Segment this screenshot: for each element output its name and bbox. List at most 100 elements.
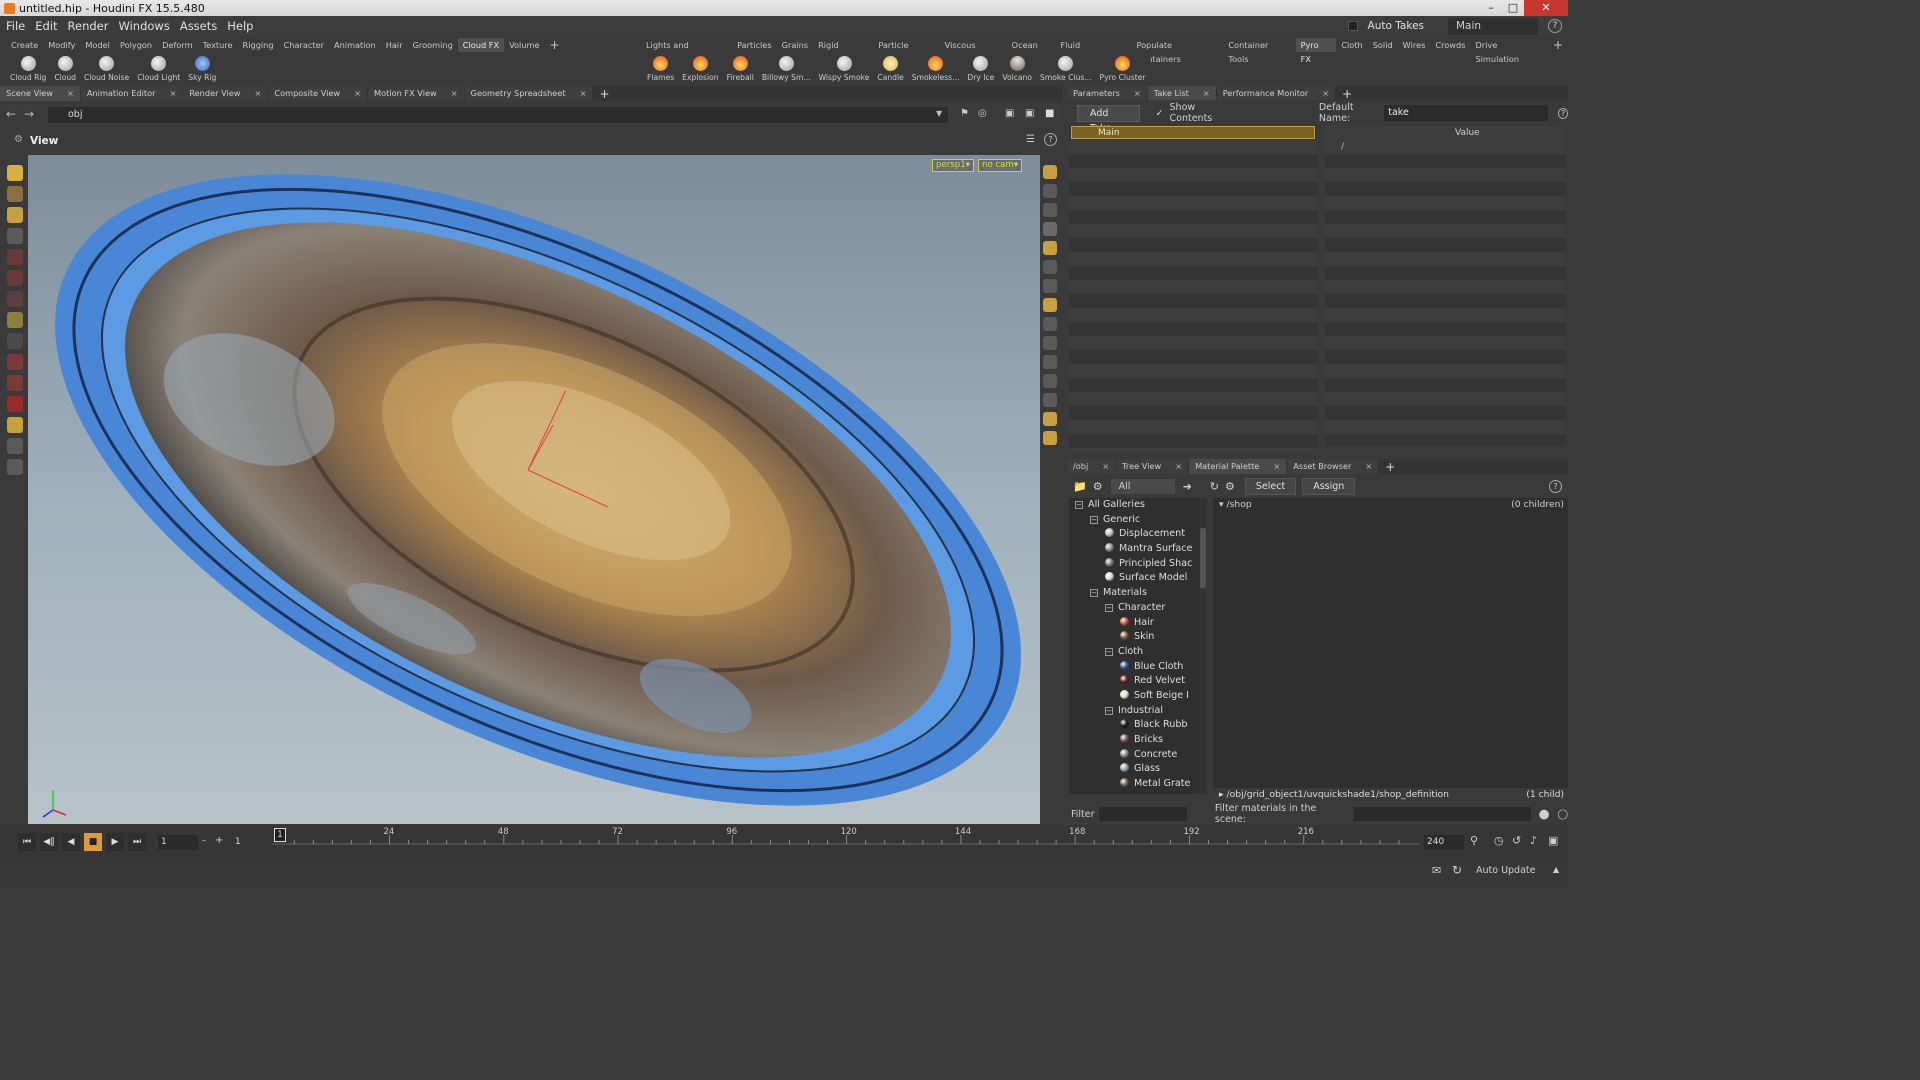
- shelf-tool[interactable]: Volcano: [1002, 54, 1032, 85]
- vis-tool-icon[interactable]: [7, 438, 23, 454]
- shelf-tab[interactable]: Character: [279, 38, 329, 52]
- gallery-tree-item[interactable]: − Generic: [1069, 513, 1199, 528]
- shelf-tool[interactable]: Wispy Smoke: [819, 54, 869, 85]
- select-tool-icon[interactable]: [7, 165, 23, 181]
- jump-end-button[interactable]: ⏭: [128, 833, 146, 851]
- flipbook-icon[interactable]: [1043, 431, 1057, 445]
- shadow-icon[interactable]: [1043, 279, 1057, 293]
- refresh-icon[interactable]: ↻: [1452, 863, 1462, 877]
- shading-icon[interactable]: [1043, 222, 1057, 236]
- assign-button[interactable]: Assign: [1302, 477, 1356, 495]
- collapse-icon[interactable]: −: [1090, 515, 1098, 524]
- tab-material-palette[interactable]: Material Palette ×: [1189, 459, 1287, 474]
- render-region-icon[interactable]: [7, 459, 23, 475]
- arrow-right-icon[interactable]: ➜: [1183, 480, 1192, 493]
- pose-tool-icon[interactable]: [7, 312, 23, 328]
- menu-render[interactable]: Render: [68, 19, 109, 33]
- loop-icon[interactable]: ↺: [1512, 834, 1521, 847]
- gallery-filter-select[interactable]: All: [1110, 478, 1175, 494]
- grid-icon[interactable]: [1043, 374, 1057, 388]
- close-tab-icon[interactable]: ×: [1365, 459, 1372, 474]
- default-name-field[interactable]: take: [1384, 105, 1549, 121]
- show-contents-check-icon[interactable]: ✓: [1156, 108, 1164, 119]
- gallery-tree-item[interactable]: − All Galleries: [1069, 498, 1199, 513]
- shelf-tab[interactable]: Volume: [504, 38, 544, 52]
- shelf-tab[interactable]: Wires: [1398, 38, 1431, 52]
- gallery-tree-item[interactable]: − Industrial: [1069, 704, 1199, 719]
- shelf-tab[interactable]: Texture: [198, 38, 238, 52]
- rotate-tool-icon[interactable]: [7, 270, 23, 286]
- frame-minus-icon[interactable]: –: [202, 836, 207, 846]
- layout-icon[interactable]: ▣: [1005, 108, 1014, 119]
- menu-file[interactable]: File: [6, 19, 25, 33]
- gallery-tree-item[interactable]: − Cloth: [1069, 645, 1199, 660]
- shelf-tool[interactable]: Sky Rig: [188, 54, 216, 85]
- point-display-icon[interactable]: [1043, 317, 1057, 331]
- gallery-tree-item[interactable]: Soft Beige I: [1069, 689, 1199, 704]
- texture-icon[interactable]: [1043, 298, 1057, 312]
- shelf-tab-active[interactable]: Cloud FX: [457, 38, 505, 52]
- scale-tool-icon[interactable]: [7, 291, 23, 307]
- network-path-field[interactable]: obj: [48, 107, 948, 123]
- pin-icon[interactable]: ⚑: [960, 108, 969, 119]
- select-geometry-icon[interactable]: [7, 186, 23, 202]
- take-help-icon[interactable]: ?: [1558, 107, 1568, 119]
- forward-arrow-icon[interactable]: →: [24, 107, 34, 121]
- tab-take-list[interactable]: Take List ×: [1147, 86, 1216, 101]
- shelf-tab[interactable]: Cloth: [1336, 38, 1367, 52]
- layout-icon[interactable]: ▣: [1025, 108, 1034, 119]
- maximize-pane-icon[interactable]: ■: [1045, 108, 1054, 119]
- shelf-tab[interactable]: Particles: [732, 38, 777, 52]
- gallery-tree-item[interactable]: Mantra Surface: [1069, 542, 1199, 557]
- maximize-button[interactable]: □: [1502, 0, 1524, 16]
- close-tab-icon[interactable]: ×: [1322, 86, 1329, 101]
- auto-takes-checkbox[interactable]: [1347, 21, 1358, 31]
- stop-button[interactable]: ■: [84, 833, 102, 851]
- menu-edit[interactable]: Edit: [35, 19, 57, 33]
- current-frame-marker[interactable]: 1: [274, 828, 286, 842]
- display-options-icon[interactable]: ☰: [1026, 134, 1035, 145]
- select-object-icon[interactable]: [7, 207, 23, 223]
- chat-icon[interactable]: ✉: [1432, 864, 1441, 877]
- desktop-select[interactable]: Main: [1448, 17, 1538, 35]
- shelf-tool[interactable]: Cloud Rig: [10, 54, 46, 85]
- gallery-scrollbar[interactable]: [1199, 498, 1207, 794]
- add-tab-icon[interactable]: +: [1342, 87, 1352, 101]
- gallery-tree-item[interactable]: Bricks: [1069, 733, 1199, 748]
- tab-animation-editor[interactable]: Animation Editor ×: [80, 86, 183, 101]
- close-tab-icon[interactable]: ×: [354, 86, 361, 101]
- tab-performance-monitor[interactable]: Performance Monitor ×: [1216, 86, 1336, 101]
- shelf-tab[interactable]: Solid: [1368, 38, 1398, 52]
- no-cam-menu[interactable]: no cam▾: [978, 159, 1023, 172]
- tab-tree-view[interactable]: Tree View ×: [1116, 459, 1189, 474]
- shelf-tool[interactable]: Cloud Noise: [84, 54, 129, 85]
- scene-filter-input[interactable]: [1353, 807, 1531, 821]
- shelf-tab[interactable]: Viscous Fluids: [940, 38, 1007, 64]
- add-shelf-icon[interactable]: +: [1548, 38, 1568, 52]
- menu-assets[interactable]: Assets: [180, 19, 217, 33]
- back-arrow-icon[interactable]: ←: [6, 107, 16, 121]
- close-button[interactable]: ✕: [1524, 0, 1568, 16]
- material-icon[interactable]: ◯: [1557, 809, 1568, 820]
- close-tab-icon[interactable]: ×: [1203, 86, 1210, 101]
- shelf-tab[interactable]: Grooming: [408, 38, 458, 52]
- gallery-tree-item[interactable]: Blue Cloth: [1069, 660, 1199, 675]
- shelf-tool[interactable]: Flames: [647, 54, 674, 85]
- close-tab-icon[interactable]: ×: [1175, 459, 1182, 474]
- gallery-tree-item[interactable]: Concrete: [1069, 748, 1199, 763]
- gallery-tree-item[interactable]: Principled Shac: [1069, 557, 1199, 572]
- lasso-tool-icon[interactable]: [7, 375, 23, 391]
- viewer-help-icon[interactable]: ?: [1044, 133, 1057, 146]
- tab-scene-view[interactable]: Scene View ×: [0, 86, 80, 101]
- collapse-icon[interactable]: ▸: [1219, 789, 1224, 800]
- shelf-tool[interactable]: Dry Ice: [967, 54, 994, 85]
- select-button[interactable]: Select: [1244, 477, 1297, 495]
- help-icon[interactable]: ?: [1548, 19, 1562, 33]
- view-tool-icon[interactable]: [7, 354, 23, 370]
- shelf-tool[interactable]: Smoke Clus...: [1040, 54, 1092, 85]
- frame-ruler[interactable]: 1 24 48 72 96 120 144 168 192 216: [272, 827, 1422, 855]
- normal-display-icon[interactable]: [1043, 336, 1057, 350]
- gallery-filter-input[interactable]: [1098, 807, 1187, 821]
- gear-icon[interactable]: ⚙: [1093, 480, 1103, 493]
- audio-icon[interactable]: ♪: [1530, 834, 1537, 847]
